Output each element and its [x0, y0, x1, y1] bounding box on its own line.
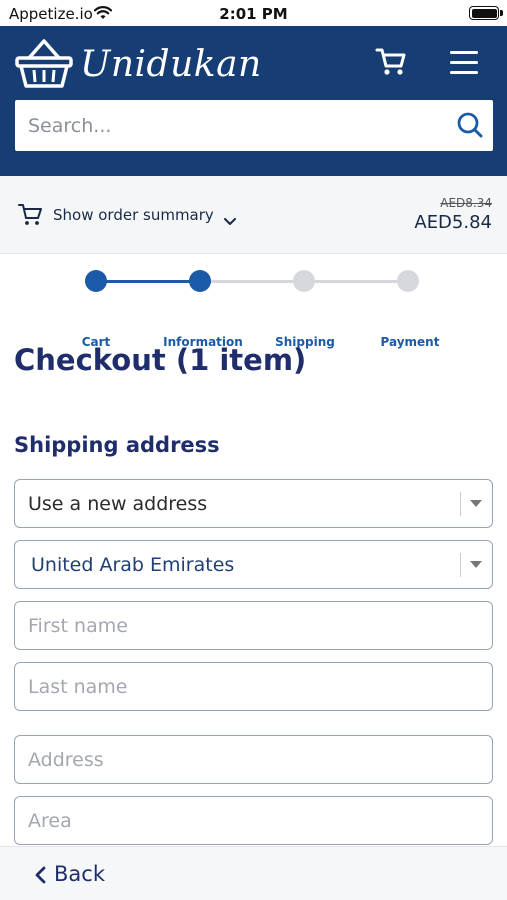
show-order-summary-toggle[interactable]: Show order summary — [53, 206, 214, 224]
first-name-placeholder: First name — [28, 615, 128, 637]
caret-down-icon — [470, 500, 482, 507]
order-summary-bar[interactable]: Show order summary AED8.34 AED5.84 — [0, 176, 507, 254]
battery-icon — [469, 6, 503, 20]
total-price: AED5.84 — [414, 212, 492, 233]
address-field[interactable]: Address — [14, 735, 493, 784]
caret-down-icon — [470, 561, 482, 568]
section-title: Shipping address — [14, 433, 220, 457]
address-select[interactable]: Use a new address — [14, 479, 493, 528]
step-label-payment: Payment — [380, 335, 440, 349]
area-placeholder: Area — [28, 810, 72, 832]
area-field[interactable]: Area — [14, 796, 493, 845]
country-select-value: United Arab Emirates — [31, 554, 235, 576]
search-icon[interactable] — [456, 111, 484, 143]
search-input[interactable] — [15, 100, 445, 151]
hamburger-menu-icon[interactable] — [450, 51, 478, 81]
select-divider — [460, 492, 461, 516]
clock-label: 2:01 PM — [219, 5, 288, 23]
step-dot-payment — [397, 270, 419, 292]
first-name-field[interactable]: First name — [14, 601, 493, 650]
checkout-progress: Cart Information Shipping Payment — [0, 254, 507, 354]
last-name-field[interactable]: Last name — [14, 662, 493, 711]
search-bar — [15, 100, 493, 151]
brand-logo[interactable]: Unidukan — [80, 44, 262, 85]
basket-logo-icon[interactable] — [15, 36, 73, 94]
cart-icon[interactable] — [374, 44, 408, 82]
chevron-down-icon — [224, 211, 236, 230]
step-dot-shipping — [293, 270, 315, 292]
back-button[interactable]: Back — [54, 862, 105, 886]
step-connector — [96, 280, 200, 283]
address-placeholder: Address — [28, 749, 104, 771]
step-connector — [200, 280, 304, 283]
last-name-placeholder: Last name — [28, 676, 128, 698]
page-title: Checkout (1 item) — [14, 343, 307, 377]
country-select[interactable]: United Arab Emirates — [14, 540, 493, 589]
step-dot-information[interactable] — [189, 270, 211, 292]
select-divider — [460, 553, 461, 577]
original-price: AED8.34 — [440, 196, 492, 210]
chevron-left-icon[interactable] — [34, 866, 46, 888]
step-dot-cart[interactable] — [85, 270, 107, 292]
step-connector — [304, 280, 408, 283]
app-header: Unidukan — [0, 26, 507, 176]
cart-icon — [18, 202, 44, 232]
status-bar: Appetize.io 2:01 PM — [0, 0, 507, 26]
bottom-nav-bar: Back — [0, 846, 507, 900]
address-select-value: Use a new address — [28, 493, 208, 515]
